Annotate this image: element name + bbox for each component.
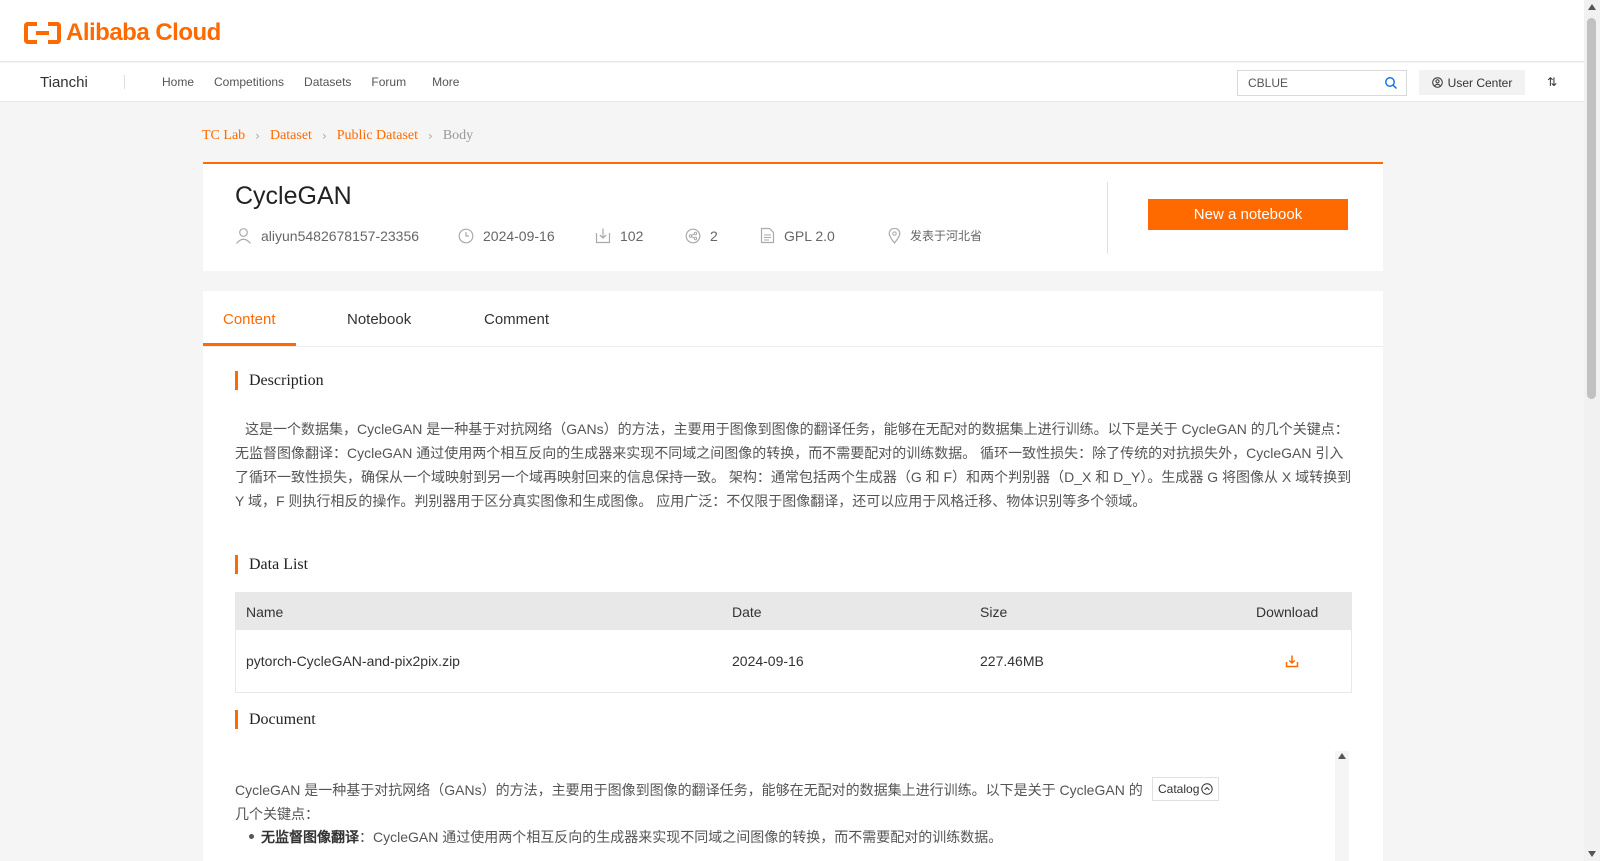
chevron-right-icon: ›: [428, 129, 433, 143]
content-tabs: Content Notebook Comment: [203, 291, 1383, 347]
breadcrumb-tc-lab[interactable]: TC Lab: [202, 128, 245, 144]
license: GPL 2.0: [784, 227, 835, 244]
author-name[interactable]: aliyun5482678157-23356: [261, 228, 419, 244]
alibaba-cloud-logo[interactable]: Alibaba Cloud: [24, 19, 221, 47]
column-name: Name: [246, 603, 284, 620]
table-header: Name Date Size Download: [236, 593, 1351, 630]
brand-tianchi[interactable]: Tianchi: [40, 74, 88, 91]
page-title: CycleGAN: [235, 182, 352, 210]
active-tab-indicator: [203, 343, 296, 346]
file-size: 227.46MB: [980, 653, 1044, 669]
file-name: pytorch-CycleGAN-and-pix2pix.zip: [246, 653, 460, 669]
publish-date: 2024-09-16: [483, 227, 555, 244]
tab-notebook[interactable]: Notebook: [347, 311, 411, 328]
scroll-up-arrow[interactable]: [1588, 4, 1596, 10]
share-count: 2: [710, 227, 718, 244]
tab-comment[interactable]: Comment: [484, 311, 549, 328]
download-icon: [595, 228, 611, 244]
meta-license: GPL 2.0: [760, 227, 888, 244]
page-scrollbar[interactable]: [1584, 0, 1600, 861]
header-divider: [1107, 182, 1108, 254]
breadcrumb-current: Body: [442, 128, 474, 143]
chevron-up-circle-icon: [1201, 783, 1214, 795]
nav-forum[interactable]: Forum: [371, 75, 406, 89]
chevron-right-icon: ›: [255, 129, 260, 143]
dataset-header-card: CycleGAN aliyun5482678157-23356 2024-09-…: [203, 162, 1383, 271]
location-text: 发表于河北省: [910, 229, 983, 243]
scroll-down-arrow[interactable]: [1588, 851, 1596, 857]
search-input[interactable]: [1238, 71, 1378, 95]
alibaba-logo-icon: [24, 22, 61, 44]
column-download: Download: [1256, 603, 1319, 620]
user-icon: [1431, 77, 1443, 88]
breadcrumb-dataset[interactable]: Dataset: [270, 128, 312, 144]
nav-datasets[interactable]: Datasets: [304, 75, 351, 89]
column-size: Size: [980, 603, 1008, 620]
meta-location: 发表于河北省: [888, 227, 982, 244]
new-notebook-button[interactable]: New a notebook: [1148, 199, 1348, 230]
top-header: Alibaba Cloud: [0, 0, 1584, 62]
data-list-table: Name Date Size Download pytorch-CycleGAN…: [235, 592, 1352, 693]
bullet-bold: 无监督图像翻译: [261, 829, 359, 845]
meta-author: aliyun5482678157-23356: [235, 227, 458, 244]
user-icon: [236, 228, 251, 244]
dataset-meta: aliyun5482678157-23356 2024-09-16 102 2 …: [235, 227, 982, 244]
scroll-up-arrow[interactable]: [1338, 753, 1346, 759]
download-count: 102: [620, 227, 644, 244]
clock-icon: [458, 228, 474, 243]
catalog-label: Catalog: [1158, 782, 1200, 796]
language-switch-icon[interactable]: ⇅: [1547, 75, 1557, 89]
main-content-card: Content Notebook Comment Description 这是一…: [203, 291, 1383, 861]
tab-content[interactable]: Content: [223, 311, 276, 328]
description-title: Description: [235, 371, 324, 390]
document-bullet: 无监督图像翻译：CycleGAN 通过使用两个相互反向的生成器来实现不同域之间图…: [249, 827, 1003, 847]
document-icon: [760, 227, 775, 244]
meta-shares: 2: [685, 228, 760, 244]
table-row: pytorch-CycleGAN-and-pix2pix.zip 2024-09…: [236, 630, 1351, 692]
nav-competitions[interactable]: Competitions: [214, 75, 284, 89]
document-title: Document: [235, 710, 316, 729]
search-icon[interactable]: [1384, 76, 1398, 90]
nav-links: Home Competitions Datasets Forum More: [162, 75, 479, 89]
breadcrumb: TC Lab › Dataset › Public Dataset › Body: [202, 128, 473, 144]
nav-bar: Tianchi Home Competitions Datasets Forum…: [0, 63, 1584, 102]
data-list-title: Data List: [235, 555, 308, 574]
description-text: 这是一个数据集，CycleGAN 是一种基于对抗网络（GANs）的方法，主要用于…: [235, 421, 1352, 509]
user-center-button[interactable]: User Center: [1419, 70, 1525, 95]
download-icon[interactable]: [1285, 654, 1299, 668]
nav-more[interactable]: More: [432, 75, 459, 89]
logo-text: Alibaba Cloud: [66, 19, 221, 46]
breadcrumb-public-dataset[interactable]: Public Dataset: [337, 128, 418, 144]
bullet-text: ：CycleGAN 通过使用两个相互反向的生成器来实现不同域之间图像的转换，而不…: [359, 829, 1003, 845]
meta-downloads: 102: [595, 227, 685, 244]
document-scrollbar[interactable]: [1335, 751, 1349, 861]
column-date: Date: [732, 603, 762, 620]
location-pin-icon: [888, 227, 901, 244]
chevron-right-icon: ›: [321, 129, 327, 143]
bullet-dot: [249, 834, 254, 839]
user-center-label: User Center: [1447, 75, 1513, 90]
document-intro: CycleGAN 是一种基于对抗网络（GANs）的方法，主要用于图像到图像的翻译…: [235, 782, 1143, 822]
scroll-thumb[interactable]: [1587, 18, 1596, 399]
nav-home[interactable]: Home: [162, 75, 194, 89]
file-date: 2024-09-16: [732, 653, 804, 669]
catalog-button[interactable]: Catalog: [1152, 777, 1220, 801]
search-box: [1237, 70, 1407, 96]
brand-divider: [124, 75, 125, 89]
share-icon: [685, 228, 701, 243]
meta-date: 2024-09-16: [458, 228, 595, 244]
